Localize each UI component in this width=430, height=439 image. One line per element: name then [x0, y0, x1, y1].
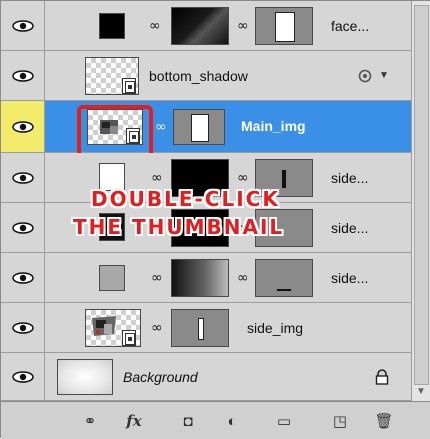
vector-mask-thumbnail[interactable] — [255, 7, 313, 45]
chain-link-icon[interactable]: ∞ — [237, 17, 249, 35]
thumbnail-image-icon — [92, 316, 116, 336]
layer-name[interactable]: face... — [331, 18, 369, 34]
layer-thumbnail[interactable] — [57, 359, 113, 395]
annotation-line2: THE THUMBNAIL — [73, 215, 285, 239]
layer-thumbnail[interactable] — [99, 265, 125, 291]
scroll-down-arrow-icon[interactable]: ▼ — [416, 386, 426, 397]
vector-mask-thumbnail[interactable] — [255, 259, 313, 297]
chain-link-icon[interactable]: ∞ — [155, 118, 167, 136]
eye-icon — [11, 120, 34, 133]
vector-mask-thumbnail[interactable] — [171, 309, 229, 347]
chain-link-icon[interactable]: ∞ — [151, 169, 163, 187]
layer-name[interactable]: side... — [331, 170, 368, 186]
visibility-toggle[interactable] — [1, 153, 45, 202]
smart-object-badge-icon — [122, 330, 136, 346]
annotation-line1: DOUBLE-CLICK — [91, 187, 280, 211]
layer-name[interactable]: side... — [331, 220, 368, 236]
eye-icon — [11, 370, 34, 383]
smart-object-badge-icon — [122, 78, 136, 94]
visibility-toggle[interactable] — [1, 203, 45, 252]
layer-mask-thumbnail[interactable] — [171, 7, 229, 45]
layer-effects-icon[interactable] — [357, 68, 373, 84]
chain-link-icon[interactable]: ∞ — [151, 319, 163, 337]
add-mask-icon[interactable]: ◘ — [177, 411, 199, 431]
eye-icon — [11, 69, 34, 82]
eye-icon — [11, 321, 34, 334]
layers-list: ∞ ∞ face... bottom_shadow ▼ ∞ Main_img ∞… — [1, 1, 411, 401]
layer-row-side-img[interactable]: ∞ side_img — [1, 303, 411, 353]
layer-row-background[interactable]: Background — [1, 353, 411, 401]
expand-effects-arrow-icon[interactable]: ▼ — [379, 70, 389, 81]
layer-name[interactable]: side_img — [247, 320, 303, 336]
layer-row-bottom-shadow[interactable]: bottom_shadow ▼ — [1, 51, 411, 101]
layers-scrollbar[interactable]: ▼ — [411, 1, 430, 401]
layers-bottom-toolbar: ⚭ fx ◘ ◐ ▭ ◳ 🗑 — [1, 401, 430, 439]
visibility-toggle[interactable] — [1, 353, 45, 400]
chain-link-icon[interactable]: ∞ — [237, 269, 249, 287]
eye-icon — [11, 171, 34, 184]
chain-link-icon[interactable]: ∞ — [151, 269, 163, 287]
chain-link-icon[interactable]: ∞ — [149, 17, 161, 35]
visibility-toggle[interactable] — [1, 101, 45, 152]
scroll-thumb[interactable] — [414, 5, 429, 385]
vector-mask-thumbnail[interactable] — [173, 109, 225, 145]
layers-panel: ∞ ∞ face... bottom_shadow ▼ ∞ Main_img ∞… — [0, 0, 430, 439]
eye-icon — [11, 271, 34, 284]
layer-name[interactable]: bottom_shadow — [149, 68, 248, 84]
visibility-toggle[interactable] — [1, 51, 45, 100]
eye-icon — [11, 221, 34, 234]
layer-thumbnail[interactable] — [85, 57, 139, 95]
visibility-toggle[interactable] — [1, 1, 45, 50]
delete-layer-icon[interactable]: 🗑 — [373, 411, 395, 431]
layer-thumbnail[interactable] — [85, 309, 141, 347]
layer-name[interactable]: side... — [331, 270, 368, 286]
layer-mask-thumbnail[interactable] — [171, 259, 229, 297]
visibility-toggle[interactable] — [1, 303, 45, 352]
new-layer-icon[interactable]: ◳ — [329, 411, 351, 431]
eye-icon — [11, 19, 34, 32]
layer-name[interactable]: Background — [123, 369, 198, 385]
layer-row-face[interactable]: ∞ ∞ face... — [1, 1, 411, 51]
link-layers-icon[interactable]: ⚭ — [79, 411, 101, 431]
fx-icon[interactable]: fx — [121, 411, 147, 431]
layer-thumbnail[interactable] — [99, 13, 125, 39]
new-group-icon[interactable]: ▭ — [273, 411, 295, 431]
lock-icon — [375, 369, 389, 385]
layer-row-main-img[interactable]: ∞ Main_img — [1, 101, 411, 153]
layer-name[interactable]: Main_img — [241, 118, 306, 134]
visibility-toggle[interactable] — [1, 253, 45, 302]
layer-row-side-3[interactable]: ∞ ∞ side... — [1, 253, 411, 303]
chain-link-icon[interactable]: ∞ — [237, 169, 249, 187]
adjustment-layer-icon[interactable]: ◐ — [221, 411, 243, 431]
